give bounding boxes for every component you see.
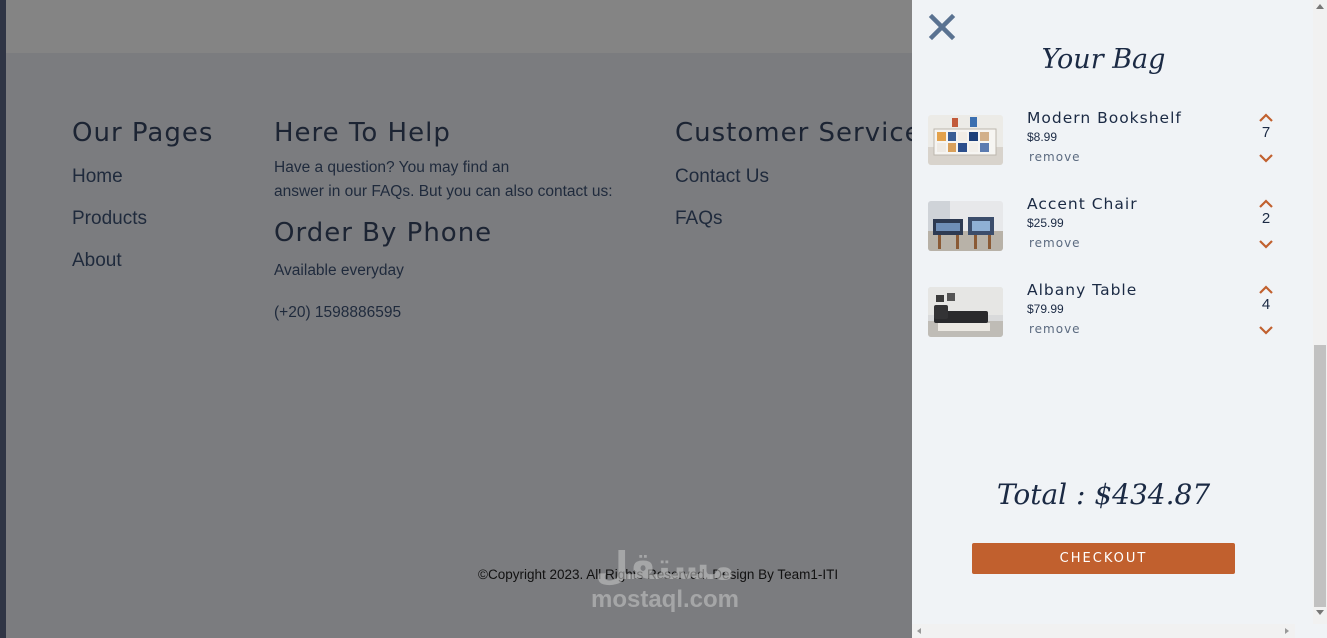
footer-link-products[interactable]: Products [72, 208, 213, 232]
chevron-up-icon [1259, 199, 1273, 208]
cart-item-name: Albany Table [1027, 281, 1138, 299]
cart-item-remove[interactable]: remove [1029, 150, 1081, 164]
footer-pages-title: Our Pages [72, 118, 214, 148]
cart-total: Total : $434.87 [996, 478, 1211, 511]
product-image-chair [928, 201, 1003, 251]
footer-help-text-line2: answer in our FAQs. But you can also con… [274, 183, 613, 200]
footer-link-home[interactable]: Home [72, 166, 213, 190]
cart-item-name: Modern Bookshelf [1027, 109, 1182, 127]
cart-item-qty: 2 [1261, 210, 1271, 227]
product-image-bookshelf [928, 115, 1003, 165]
chevron-down-icon [1259, 326, 1273, 335]
cart-drawer: Your Bag Modern Bookshelf $8.99 remove 7… [912, 0, 1327, 638]
footer-column-service: Customer Service Contact Us FAQs [675, 118, 922, 232]
footer-service-title: Customer Service [675, 118, 922, 148]
cart-item-price: $25.99 [1027, 216, 1064, 230]
scroll-up-icon[interactable] [1316, 4, 1324, 9]
product-image-table [928, 287, 1003, 337]
cart-item: Modern Bookshelf $8.99 remove 7 [928, 109, 1288, 179]
footer-column-pages: Our Pages Home Products About [72, 118, 213, 274]
chevron-up-icon [1259, 113, 1273, 122]
watermark-arabic: مستقل [595, 544, 735, 588]
footer-phone-number: (+20) 1598886595 [274, 304, 402, 321]
cart-item-qty: 4 [1261, 296, 1271, 313]
footer-availability: Available everyday [274, 262, 404, 279]
footer-help-text: Have a question? You may find an answer … [274, 156, 634, 204]
cart-item-price: $79.99 [1027, 302, 1064, 316]
footer-link-contact[interactable]: Contact Us [675, 166, 922, 190]
footer-phone-title: Order By Phone [274, 218, 493, 248]
cart-title: Your Bag [1041, 44, 1166, 75]
checkout-button[interactable]: CHECKOUT [972, 543, 1235, 574]
qty-decrease-button[interactable] [1258, 321, 1274, 335]
cart-item-remove[interactable]: remove [1029, 236, 1081, 250]
chevron-down-icon [1259, 154, 1273, 163]
scrollbar-thumb[interactable] [1314, 345, 1326, 607]
watermark-latin: mostaql.com [590, 586, 740, 613]
qty-increase-button[interactable] [1258, 195, 1274, 208]
cart-item: Albany Table $79.99 remove 4 [928, 281, 1288, 351]
footer-help-title: Here To Help [274, 118, 451, 148]
close-icon [928, 13, 956, 41]
horizontal-scrollbar[interactable] [912, 624, 1295, 638]
close-cart-button[interactable] [927, 12, 957, 42]
cart-item: Accent Chair $25.99 remove 2 [928, 195, 1288, 265]
qty-decrease-button[interactable] [1258, 235, 1274, 249]
qty-increase-button[interactable] [1258, 109, 1274, 122]
cart-item-remove[interactable]: remove [1029, 322, 1081, 336]
chevron-up-icon [1259, 285, 1273, 294]
footer-link-faqs[interactable]: FAQs [675, 208, 922, 232]
cart-item-name: Accent Chair [1027, 195, 1138, 213]
footer-help-text-line1: Have a question? You may find an [274, 159, 510, 176]
vertical-scrollbar[interactable] [1295, 0, 1327, 638]
footer-column-help: Here To Help Have a question? You may fi… [274, 118, 634, 322]
cart-item-price: $8.99 [1027, 130, 1058, 144]
cart-item-qty: 7 [1261, 124, 1271, 141]
scroll-left-icon[interactable] [917, 628, 921, 634]
watermark: مستقل mostaql.com [575, 545, 755, 613]
scroll-right-icon[interactable] [1285, 628, 1289, 634]
scroll-down-icon[interactable] [1316, 610, 1324, 615]
qty-decrease-button[interactable] [1258, 149, 1274, 163]
footer-link-about[interactable]: About [72, 250, 213, 274]
qty-increase-button[interactable] [1258, 281, 1274, 294]
chevron-down-icon [1259, 240, 1273, 249]
